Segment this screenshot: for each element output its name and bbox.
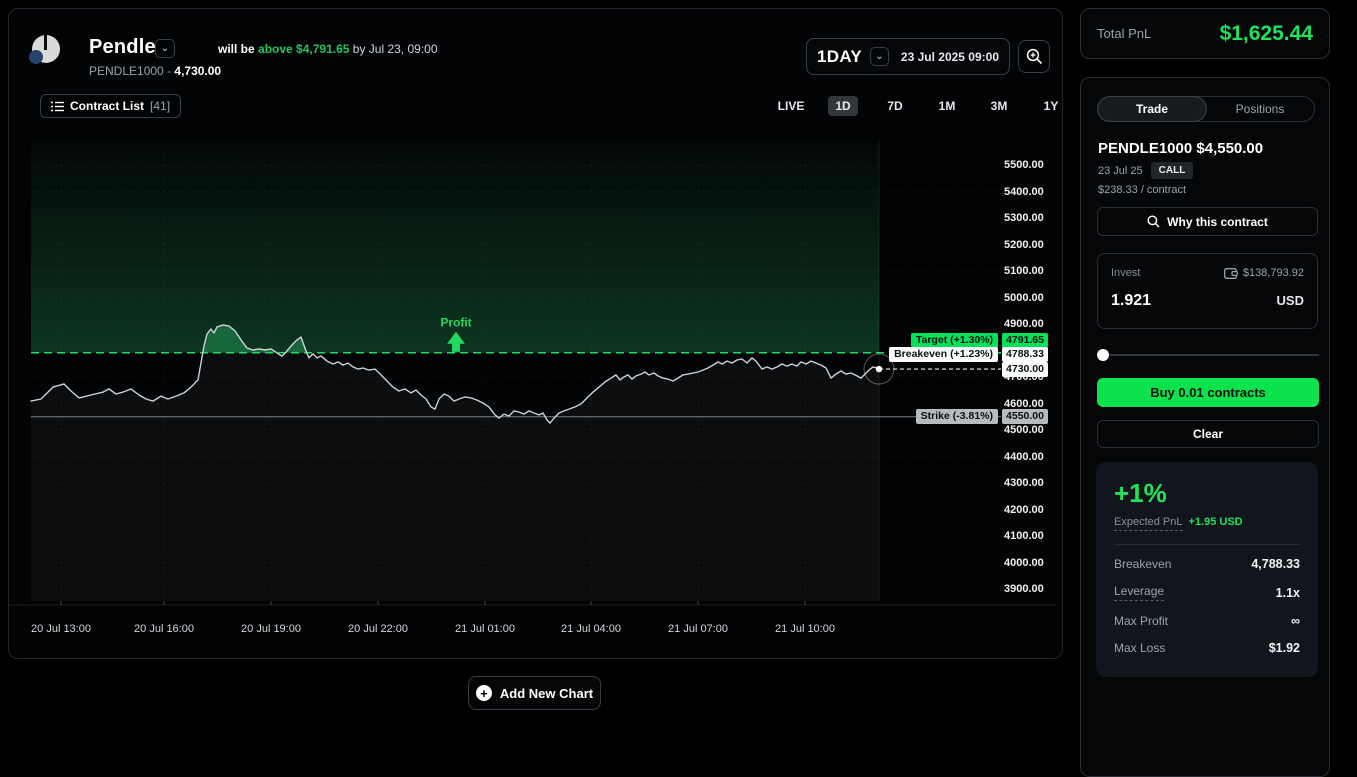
buy-button[interactable]: Buy 0.01 contracts [1097,378,1319,407]
tab-positions[interactable]: Positions [1206,97,1314,121]
time-axis-label: 20 Jul 22:00 [333,623,423,635]
invest-slider[interactable] [1097,349,1319,361]
breakeven-price-tag: 4788.33 [1002,347,1048,362]
breakeven-line-label: Breakeven (+1.23%) [889,347,998,362]
price-axis-label: 5400.00 [1004,186,1054,198]
total-pnl-value: $1,625.44 [1220,22,1313,46]
price-axis-label: 4500.00 [1004,424,1054,436]
time-axis-label: 21 Jul 01:00 [440,623,530,635]
price-axis-label: 5100.00 [1004,265,1054,277]
price-axis-label: 4300.00 [1004,477,1054,489]
time-axis-label: 20 Jul 19:00 [226,623,316,635]
price-axis-label: 5300.00 [1004,212,1054,224]
range-selector[interactable]: 1DAY ⌄ 23 Jul 2025 09:00 [806,38,1010,75]
stat-row: Max Loss$1.92 [1114,641,1300,655]
invest-box[interactable]: Invest $138,793.92 1.921 USD [1097,253,1318,329]
trade-positions-tabs: TradePositions [1097,96,1315,122]
tab-trade[interactable]: Trade [1097,96,1207,122]
range-chevron-icon[interactable]: ⌄ [870,47,889,66]
slider-thumb[interactable] [1097,349,1109,361]
contract-name: PENDLE1000 $4,550.00 [1098,140,1263,157]
magnifier-plus-icon [1026,48,1043,65]
target-price-tag: 4791.65 [1002,333,1048,348]
strike-line-label: Strike (-3.81%) [916,409,998,424]
strike-price-tag: 4550.00 [1002,409,1048,424]
expected-pnl-label: Expected PnL [1114,516,1183,531]
slider-track[interactable] [1097,354,1319,356]
contract-list-button[interactable]: Contract List [41] [40,94,181,118]
expected-pnl-value: +1.95 USD [1189,516,1243,528]
stat-row: Breakeven4,788.33 [1114,557,1300,571]
wallet-balance: $138,793.92 [1224,267,1304,279]
time-axis-label: 21 Jul 04:00 [546,623,636,635]
add-new-chart-button[interactable]: + Add New Chart [468,676,601,710]
timeframe-1y[interactable]: 1Y [1025,96,1077,116]
current-price-tag: 4730.00 [1002,362,1048,377]
total-pnl-card: Total PnL $1,625.44 [1080,8,1330,59]
list-icon [51,101,64,112]
timeframe-row: LIVE 1D 7D1M3M1Y [765,96,1077,116]
price-axis-label: 3900.00 [1004,583,1054,595]
time-axis-label: 21 Jul 10:00 [760,623,850,635]
stat-row: Max Profit∞ [1114,614,1300,628]
plus-icon: + [476,685,492,701]
timeframe-3m[interactable]: 3M [973,96,1025,116]
search-icon [1147,215,1160,228]
price-per-contract: $238.33 / contract [1098,184,1186,196]
contract-meta: 23 Jul 25 CALL [1098,162,1193,179]
timeframe-1m[interactable]: 1M [921,96,973,116]
asset-title: Pendle [89,36,156,59]
contract-date: 23 Jul 25 [1098,165,1143,177]
invest-currency: USD [1277,293,1304,308]
total-pnl-label: Total PnL [1097,26,1151,41]
stat-row: Leverage1.1x [1114,584,1300,601]
price-axis-label: 5500.00 [1004,159,1054,171]
time-axis-label: 20 Jul 13:00 [16,623,106,635]
chart-panel: Profit Pendle ⌄ PENDLE1000 - 4,730.00 wi… [8,8,1063,659]
price-axis-label: 5200.00 [1004,239,1054,251]
asset-dropdown-chevron-icon[interactable]: ⌄ [155,39,175,58]
timeframe-1d[interactable]: 1D [828,96,858,116]
clear-button[interactable]: Clear [1097,420,1319,448]
contract-statement: will be above $4,791.65 by Jul 23, 09:00 [218,42,438,56]
trade-panel: TradePositions PENDLE1000 $4,550.00 23 J… [1080,77,1330,777]
invest-label: Invest [1111,267,1140,279]
timeframe-live[interactable]: LIVE [765,96,817,116]
price-axis-label: 4400.00 [1004,451,1054,463]
price-axis-label: 4600.00 [1004,398,1054,410]
invest-amount-input[interactable]: 1.921 [1111,292,1151,310]
expected-pnl-card: +1% Expected PnL +1.95 USD Breakeven4,78… [1096,462,1318,677]
why-this-contract-button[interactable]: Why this contract [1097,207,1318,236]
timeframe-7d[interactable]: 7D [869,96,921,116]
pendle-logo [32,35,60,63]
price-axis-label: 4000.00 [1004,557,1054,569]
contract-type-badge: CALL [1151,162,1194,179]
target-line-label: Target (+1.30%) [911,333,998,348]
time-axis-label: 21 Jul 07:00 [653,623,743,635]
price-axis-label: 4900.00 [1004,318,1054,330]
price-axis-label: 5000.00 [1004,292,1054,304]
range-datetime: 23 Jul 2025 09:00 [901,50,999,64]
time-axis-label: 20 Jul 16:00 [119,623,209,635]
svg-text:Profit: Profit [440,316,471,330]
price-axis-label: 4100.00 [1004,530,1054,542]
range-duration: 1DAY [817,47,862,67]
wallet-icon [1224,267,1238,279]
symbol-price: PENDLE1000 - 4,730.00 [89,64,221,78]
price-axis-label: 4200.00 [1004,504,1054,516]
expected-pct: +1% [1114,478,1300,509]
divider [1114,544,1300,545]
chart-zoom-button[interactable] [1018,40,1050,73]
